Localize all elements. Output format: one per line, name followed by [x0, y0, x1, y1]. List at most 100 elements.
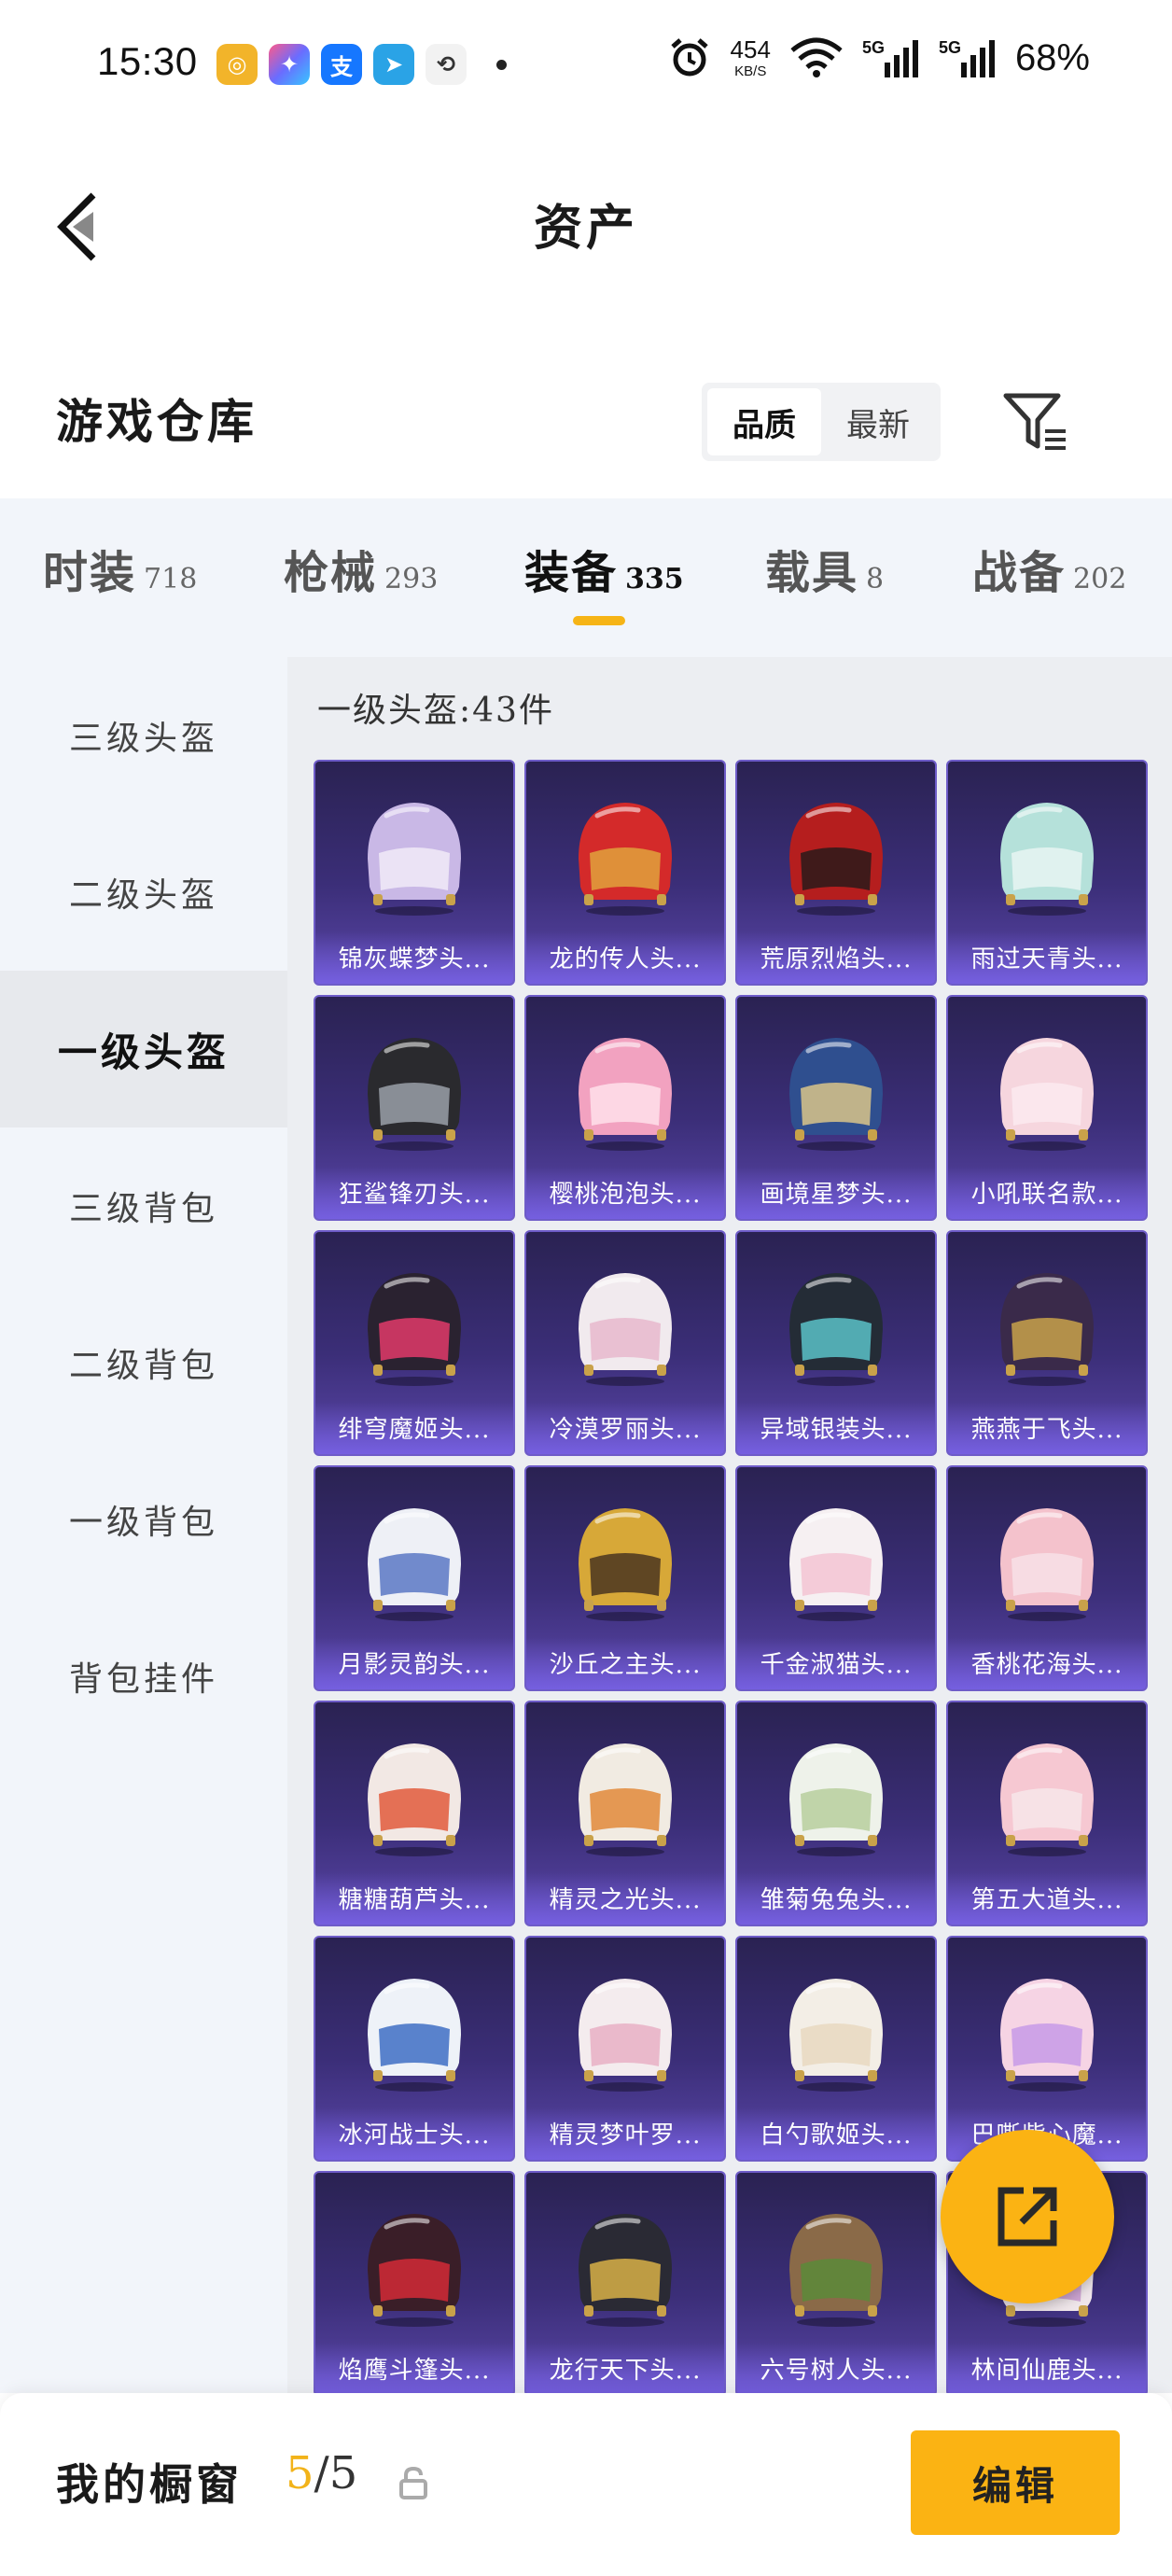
wifi-icon: [790, 37, 843, 77]
sidebar-item-backpack-charm[interactable]: 背包挂件: [0, 1598, 287, 1755]
helmet-card[interactable]: 龙行天下头...: [524, 2171, 726, 2393]
sidebar-item-level1-helmet[interactable]: 一级头盔: [0, 971, 287, 1127]
helmet-image: [789, 1273, 883, 1386]
helmet-card[interactable]: 月影灵韵头...: [314, 1465, 515, 1691]
helmet-image: [789, 2214, 883, 2327]
showcase-count: 5/5: [286, 2447, 357, 2499]
helmet-card-name: 荒原烈焰头...: [760, 945, 913, 973]
helmet-image: [579, 1038, 672, 1151]
tab-supplies[interactable]: 战备 202: [972, 536, 1126, 601]
helmet-card-name: 沙丘之主头...: [549, 1651, 702, 1679]
helmet-card-name: 狂鲨锋刃头...: [338, 1181, 491, 1209]
helmet-card-name: 龙行天下头...: [549, 2357, 702, 2385]
tab-count: 293: [384, 563, 439, 595]
sort-toggle: 品质 最新: [702, 383, 941, 461]
tab-label: 时装: [43, 547, 137, 599]
helmet-card[interactable]: 第五大道头...: [946, 1701, 1148, 1926]
tab-weapons[interactable]: 枪械 293: [284, 536, 438, 601]
tab-equipment[interactable]: 装备 335: [524, 536, 684, 601]
share-fab-button[interactable]: [941, 2130, 1114, 2303]
helmet-card-name: 千金淑猫头...: [760, 1651, 913, 1679]
tab-label: 载具: [765, 547, 859, 599]
helmet-image: [368, 1273, 461, 1386]
helmet-image: [579, 1273, 672, 1386]
helmet-card[interactable]: 焰鹰斗篷头...: [314, 2171, 515, 2393]
tab-count: 335: [625, 563, 684, 595]
helmet-card[interactable]: 精灵梦叶罗...: [524, 1936, 726, 2162]
svg-text:5G: 5G: [939, 38, 961, 57]
showcase-separator: /: [314, 2447, 329, 2499]
sort-option-quality[interactable]: 品质: [707, 388, 821, 455]
helmet-card-name: 小吼联名款...: [970, 1181, 1123, 1209]
helmet-image: [1000, 1743, 1094, 1856]
helmet-card-name: 燕燕于飞头...: [970, 1416, 1123, 1444]
helmet-card[interactable]: 荒原烈焰头...: [735, 760, 937, 986]
helmet-image: [368, 1038, 461, 1151]
helmet-card[interactable]: 冰河战士头...: [314, 1936, 515, 2162]
helmet-card[interactable]: 雏菊兔兔头...: [735, 1701, 937, 1926]
helmet-card[interactable]: 燕燕于飞头...: [946, 1230, 1148, 1456]
sort-option-latest[interactable]: 最新: [821, 388, 935, 455]
active-tab-indicator: [573, 616, 625, 625]
helmet-card[interactable]: 香桃花海头...: [946, 1465, 1148, 1691]
star-app-icon: ✦: [269, 44, 310, 85]
net-speed: 454 KB/S: [731, 37, 771, 78]
sync-app-icon: ⟲: [426, 44, 467, 85]
helmet-card-name: 第五大道头...: [970, 1886, 1123, 1914]
helmet-card[interactable]: 巴嘶紫心魔...: [946, 1936, 1148, 2162]
status-app-icons: ◎ ✦ 支 ➤ ⟲: [216, 44, 507, 85]
helmet-card[interactable]: 小吼联名款...: [946, 995, 1148, 1221]
tab-count: 202: [1073, 563, 1127, 595]
helmet-card-name: 白勺歌姬头...: [760, 2121, 913, 2149]
helmet-card-name: 樱桃泡泡头...: [549, 1181, 702, 1209]
helmet-card[interactable]: 沙丘之主头...: [524, 1465, 726, 1691]
helmet-card-name: 月影灵韵头...: [338, 1651, 491, 1679]
helmet-card-name: 龙的传人头...: [549, 945, 702, 973]
tab-vehicles[interactable]: 载具 8: [765, 536, 884, 601]
helmet-card-name: 六号树人头...: [760, 2357, 913, 2385]
helmet-image: [789, 1979, 883, 2092]
filter-button[interactable]: [998, 385, 1073, 459]
tab-label: 枪械: [284, 547, 378, 599]
helmet-card[interactable]: 白勺歌姬头...: [735, 1936, 937, 2162]
warehouse-title: 游戏仓库: [56, 394, 258, 449]
sidebar-item-level2-helmet[interactable]: 二级头盔: [0, 814, 287, 971]
bottom-bar: 我的橱窗 5/5 编辑: [0, 2393, 1172, 2576]
tab-label: 战备: [972, 547, 1067, 599]
helmet-card[interactable]: 龙的传人头...: [524, 760, 726, 986]
helmet-card[interactable]: 狂鲨锋刃头...: [314, 995, 515, 1221]
helmet-card[interactable]: 冷漠罗丽头...: [524, 1230, 726, 1456]
sidebar-item-level3-backpack[interactable]: 三级背包: [0, 1127, 287, 1284]
sidebar-item-level3-helmet[interactable]: 三级头盔: [0, 657, 287, 814]
helmet-card[interactable]: 樱桃泡泡头...: [524, 995, 726, 1221]
helmet-image: [1000, 803, 1094, 916]
tab-count: 718: [144, 563, 198, 595]
helmet-card[interactable]: 千金淑猫头...: [735, 1465, 937, 1691]
showcase-label: 我的橱窗: [56, 2459, 243, 2510]
notification-dot: [496, 59, 507, 70]
helmet-card[interactable]: 六号树人头...: [735, 2171, 937, 2393]
tab-fashion[interactable]: 时装 718: [43, 536, 197, 601]
sidebar-item-level2-backpack[interactable]: 二级背包: [0, 1284, 287, 1441]
helmet-card-name: 异域银装头...: [760, 1416, 913, 1444]
section-title: 一级头盔:43件: [317, 692, 554, 730]
edit-button[interactable]: 编辑: [911, 2430, 1120, 2535]
helmet-card[interactable]: 雨过天青头...: [946, 760, 1148, 986]
helmet-card[interactable]: 画境星梦头...: [735, 995, 937, 1221]
net-speed-unit: KB/S: [734, 63, 767, 79]
lock-icon: [399, 2466, 427, 2499]
helmet-card[interactable]: 精灵之光头...: [524, 1701, 726, 1926]
helmet-image: [579, 803, 672, 916]
helmet-card[interactable]: 异域银装头...: [735, 1230, 937, 1456]
helmet-image: [579, 1508, 672, 1621]
helmet-card-name: 精灵之光头...: [549, 1886, 702, 1914]
helmet-card[interactable]: 糖糖葫芦头...: [314, 1701, 515, 1926]
helmet-image: [368, 2214, 461, 2327]
helmet-card-name: 糖糖葫芦头...: [338, 1886, 491, 1914]
helmet-image: [789, 1038, 883, 1151]
helmet-card-name: 画境星梦头...: [760, 1181, 913, 1209]
sidebar-item-level1-backpack[interactable]: 一级背包: [0, 1441, 287, 1598]
helmet-card[interactable]: 锦灰蝶梦头...: [314, 760, 515, 986]
tool-app-icon: ◎: [216, 44, 258, 85]
helmet-card[interactable]: 绯穹魔姬头...: [314, 1230, 515, 1456]
